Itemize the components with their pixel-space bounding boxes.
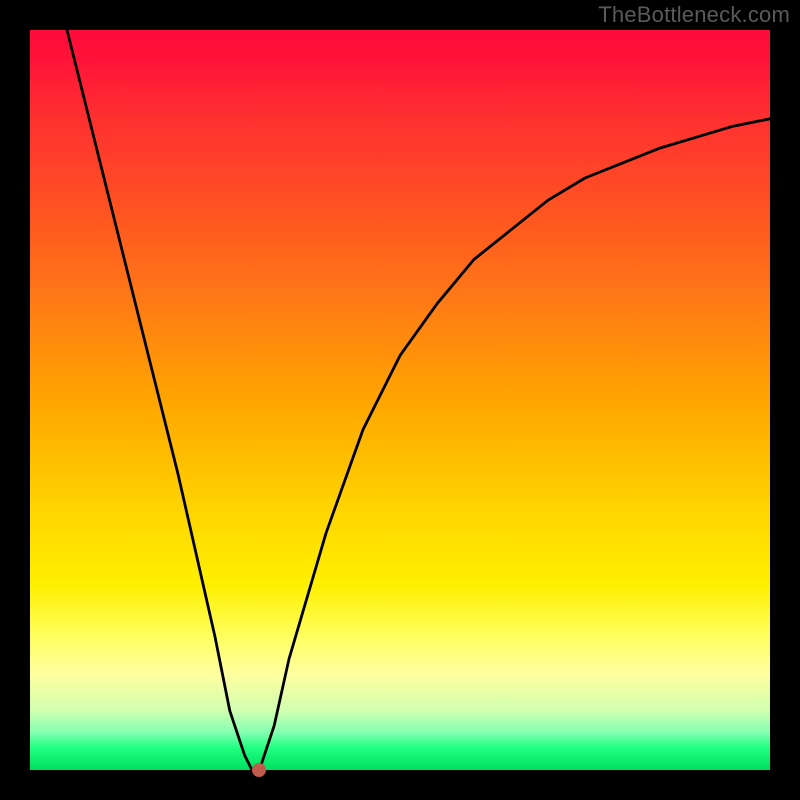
chart-plot-area — [30, 30, 770, 770]
watermark-text: TheBottleneck.com — [598, 2, 790, 28]
chart-marker-dot — [252, 763, 266, 777]
chart-curve — [30, 30, 770, 770]
